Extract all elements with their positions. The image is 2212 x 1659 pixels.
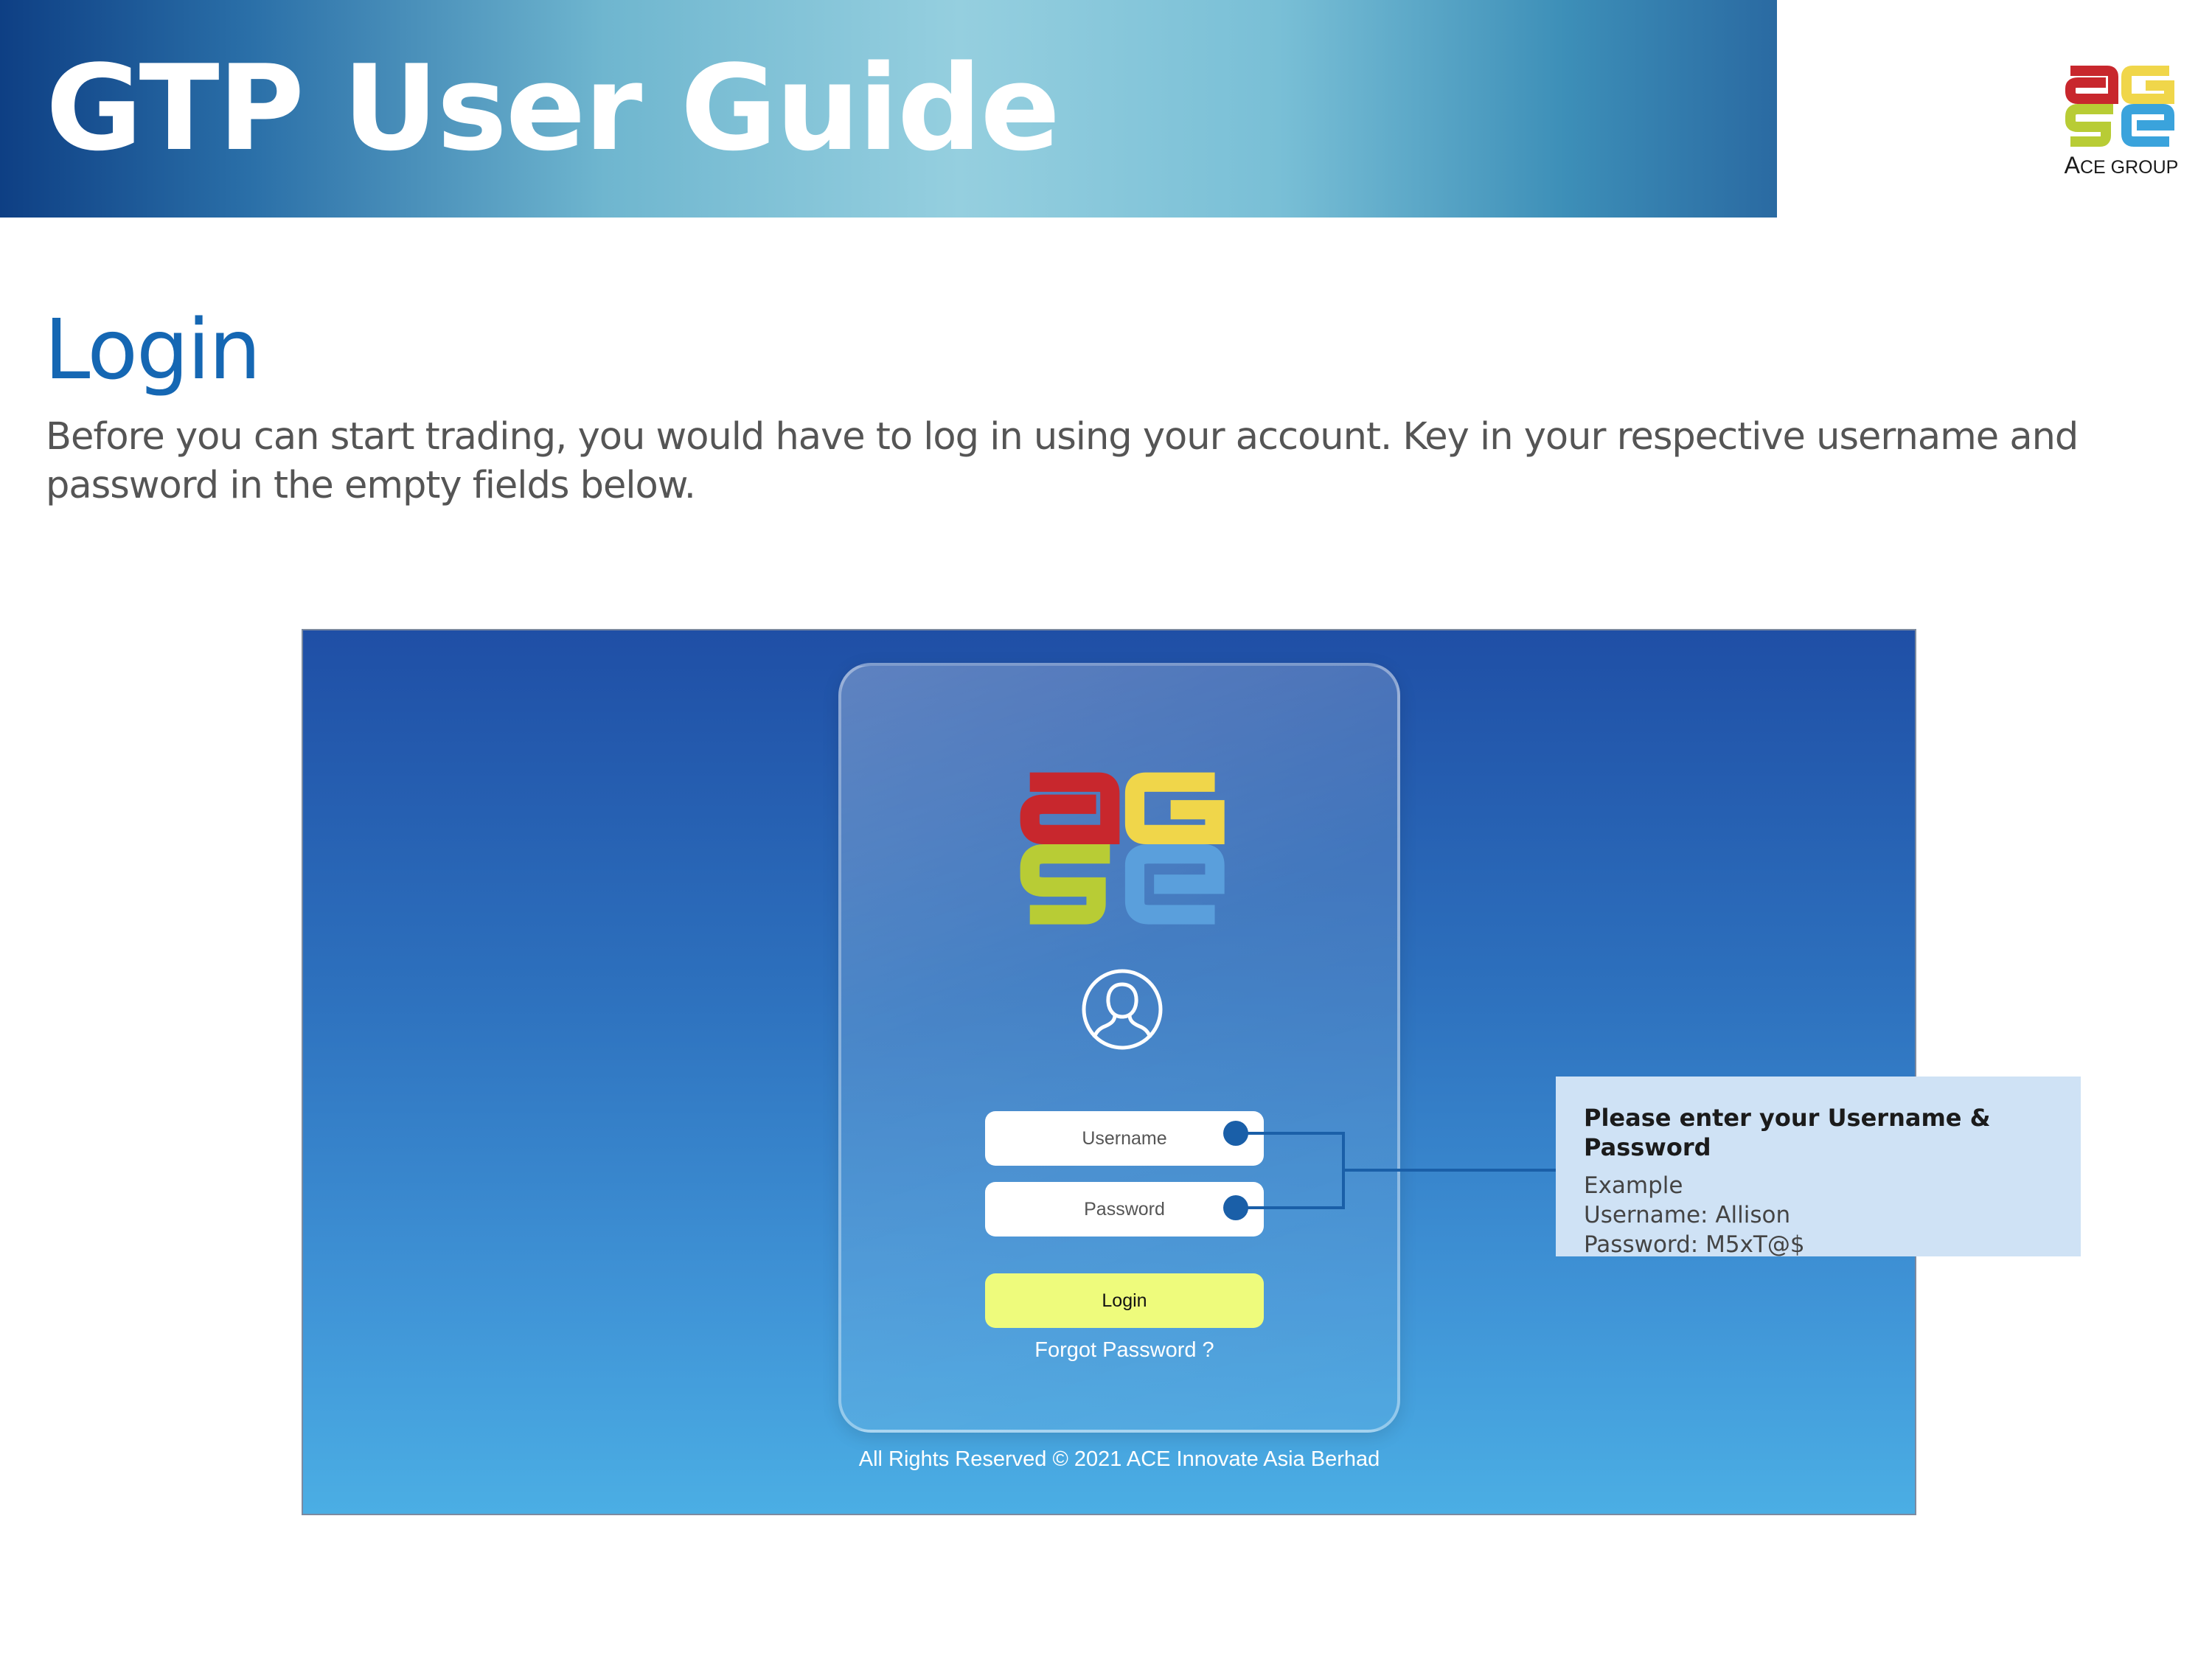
callout-title: Please enter your Username & Password	[1584, 1104, 1991, 1161]
callout-example-label: Example	[1584, 1172, 1683, 1199]
callout-password-example: Password: M5xT@$	[1584, 1231, 1805, 1258]
callout-connector	[1223, 1121, 1556, 1220]
password-marker-dot	[1223, 1195, 1248, 1220]
instruction-callout: Please enter your Username & Password Ex…	[1556, 1077, 2081, 1258]
username-marker-dot	[1223, 1121, 1248, 1146]
callout-username-example: Username: Allison	[1584, 1202, 1791, 1228]
